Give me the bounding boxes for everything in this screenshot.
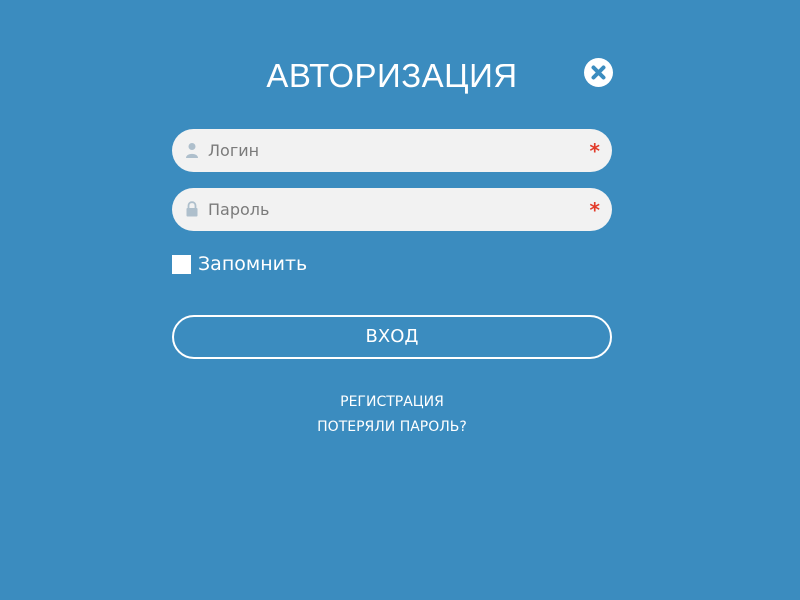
lock-icon	[185, 201, 199, 217]
password-input[interactable]	[208, 188, 578, 231]
user-icon	[185, 142, 199, 158]
register-link[interactable]: РЕГИСТРАЦИЯ	[172, 394, 612, 410]
close-button[interactable]	[584, 58, 613, 87]
required-marker: *	[589, 198, 600, 222]
remember-label: Запомнить	[198, 253, 308, 275]
checkbox-box[interactable]	[172, 254, 191, 274]
login-button[interactable]: ВХОД	[172, 315, 612, 359]
login-field[interactable]: *	[172, 129, 612, 172]
required-marker: *	[589, 139, 600, 163]
remember-checkbox[interactable]: Запомнить	[172, 252, 307, 276]
lost-password-link[interactable]: ПОТЕРЯЛИ ПАРОЛЬ?	[172, 419, 612, 435]
close-icon	[591, 65, 606, 80]
dialog-title: АВТОРИЗАЦИЯ	[266, 57, 518, 94]
login-input[interactable]	[208, 129, 578, 172]
password-field[interactable]: *	[172, 188, 612, 231]
